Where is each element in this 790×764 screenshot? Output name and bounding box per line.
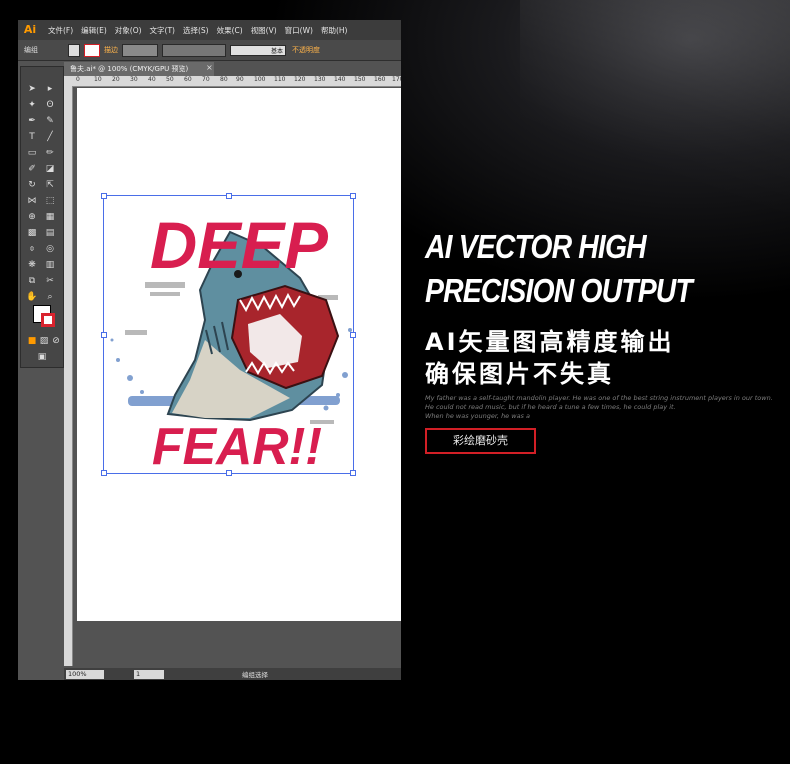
handle-top-center[interactable] bbox=[226, 193, 232, 199]
chinese-headline-2: 确保图片不失真 bbox=[425, 360, 614, 388]
handle-bottom-right[interactable] bbox=[350, 470, 356, 476]
handle-middle-left[interactable] bbox=[101, 332, 107, 338]
handle-top-right[interactable] bbox=[350, 193, 356, 199]
headline-line-2: PRECISION OUTPUT bbox=[425, 272, 693, 309]
selection-bounding-box[interactable] bbox=[101, 193, 356, 476]
handle-bottom-left[interactable] bbox=[101, 470, 107, 476]
handle-middle-right[interactable] bbox=[350, 332, 356, 338]
body-text-line-3: When he was younger, he was a bbox=[425, 412, 530, 420]
headline-line-1: AI VECTOR HIGH bbox=[425, 228, 647, 265]
handle-bottom-center[interactable] bbox=[226, 470, 232, 476]
product-tag-button[interactable]: 彩绘磨砂壳 bbox=[425, 428, 536, 454]
chinese-headline-1: AI矢量图高精度输出 bbox=[425, 328, 675, 356]
handle-top-left[interactable] bbox=[101, 193, 107, 199]
body-text-line-2: He could not read music, but if he heard… bbox=[425, 403, 676, 411]
body-text-line-1: My father was a self-taught mandolin pla… bbox=[425, 394, 773, 402]
